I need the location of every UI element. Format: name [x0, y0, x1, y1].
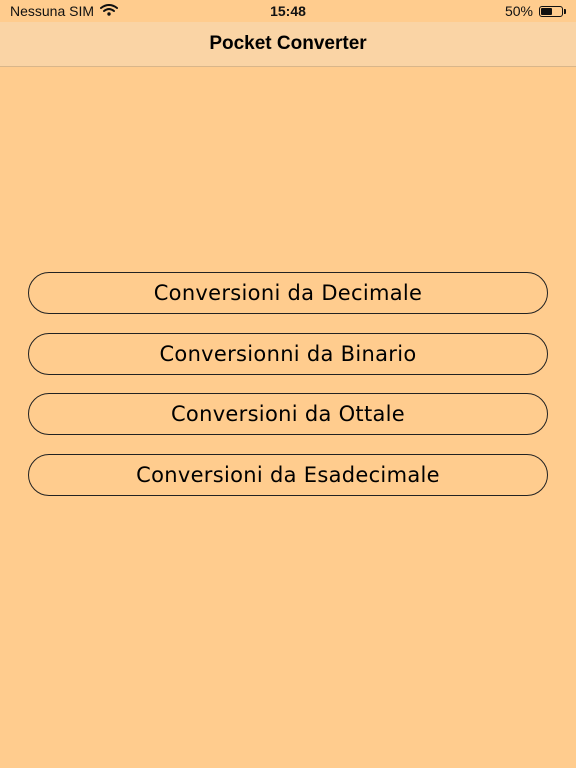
status-bar: Nessuna SIM 15:48 50% — [0, 0, 576, 22]
battery-group: 50% — [505, 3, 566, 19]
octal-conversion-label: Conversioni da Ottale — [170, 402, 406, 426]
hexadecimal-conversion-label: Conversioni da Esadecimale — [136, 463, 440, 487]
octal-conversion-button[interactable]: Conversioni da Ottale — [28, 393, 548, 435]
page-title: Pocket Converter — [209, 33, 367, 54]
binary-conversion-button[interactable]: Conversionni da Binario — [28, 333, 548, 375]
battery-icon — [539, 5, 563, 17]
hexadecimal-conversion-button[interactable]: Conversioni da Esadecimale — [28, 454, 548, 496]
status-time: 15:48 — [270, 3, 306, 19]
battery-tip — [564, 8, 566, 14]
decimal-conversion-button[interactable]: Conversioni da Decimale — [28, 272, 548, 314]
battery-fill — [541, 7, 552, 15]
binary-conversion-label: Conversionni da Binario — [159, 342, 417, 366]
decimal-conversion-label: Conversioni da Decimale — [153, 281, 423, 305]
navigation-bar: Pocket Converter — [0, 22, 576, 67]
battery-percent: 50% — [504, 3, 533, 19]
